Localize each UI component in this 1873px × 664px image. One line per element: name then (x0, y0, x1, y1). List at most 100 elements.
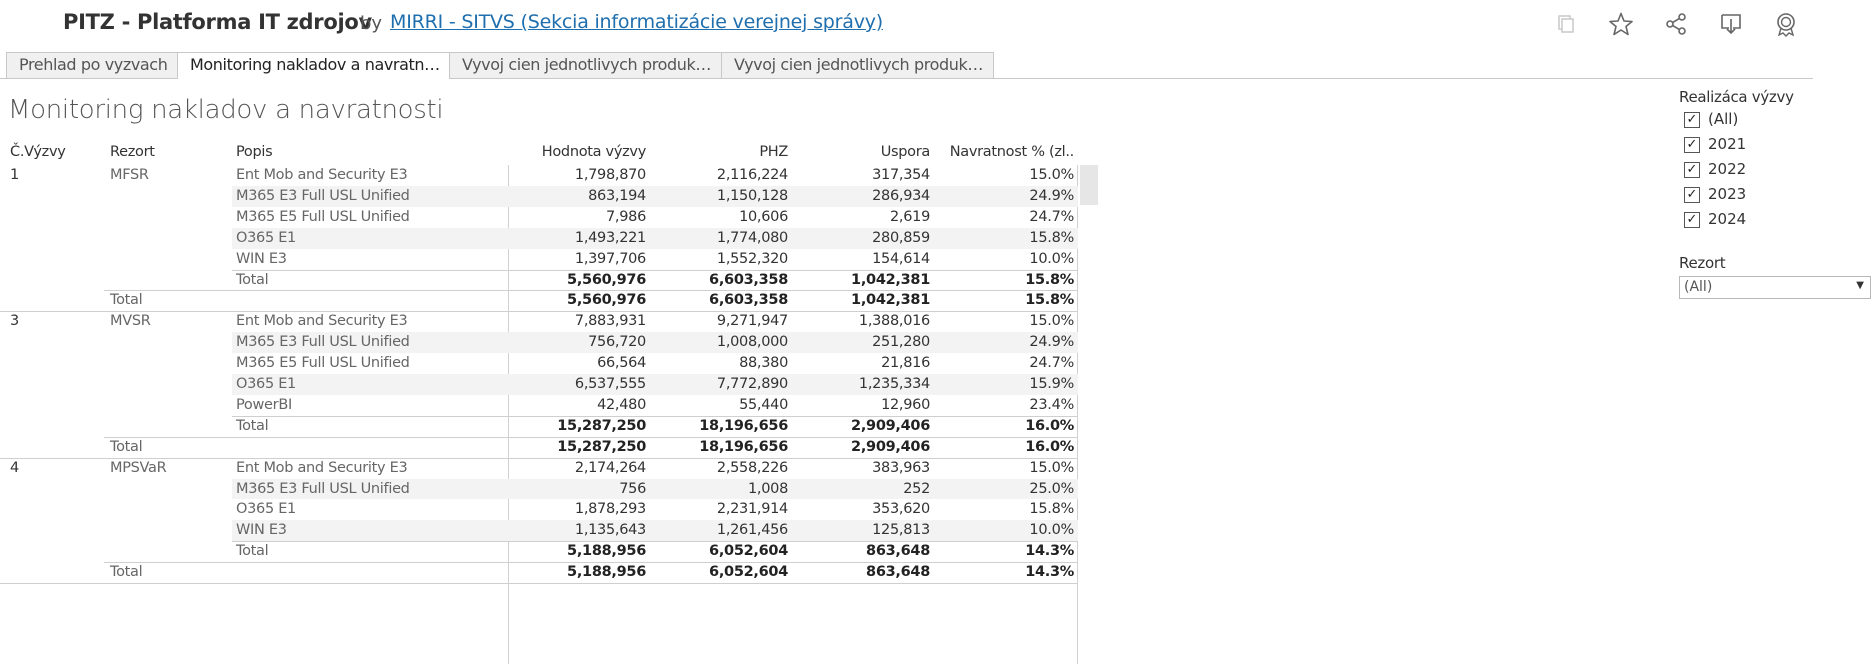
cell-phz: 2,231,914 (716, 501, 788, 518)
table-row[interactable]: M365 E5 Full USL Unified 66,564 88,380 21,8… (0, 353, 1080, 374)
cell-navratnost: 15.8% (1025, 292, 1074, 309)
table-row[interactable]: WIN E3 1,135,643 1,261,456 125,813 10.0% (0, 520, 1080, 542)
copy-icon[interactable] (1552, 11, 1578, 37)
cell-rezort: MFSR (110, 167, 149, 183)
cell-hodnota: 863,194 (588, 187, 646, 204)
badge-icon[interactable] (1773, 11, 1799, 37)
subtotal-row[interactable]: Total 5,188,956 6,052,604 863,648 14.3% (0, 541, 1080, 562)
filter-title-rezort: Rezort (1679, 254, 1726, 272)
rezort-dropdown[interactable]: (All) ▼ (1679, 276, 1871, 299)
cell-phz: 18,196,656 (699, 417, 788, 434)
column-header-navratnost[interactable]: Navratnost % (zl.. (940, 144, 1075, 160)
cell-popis (236, 562, 506, 583)
cell-vyzva: 1 (10, 167, 19, 183)
cell-navratnost: 15.0% (1029, 167, 1074, 183)
cell-uspora: 2,619 (889, 208, 930, 225)
column-header-uspora[interactable]: Uspora (800, 144, 931, 160)
cell-vyzva (10, 290, 100, 311)
column-header-vyzva[interactable]: Č.Výzvy (10, 144, 66, 160)
cell-uspora: 863,648 (866, 543, 930, 560)
table-row[interactable]: 1 MFSR Ent Mob and Security E3 1,798,870 2,1… (0, 165, 1080, 186)
column-header-phz[interactable]: PHZ (660, 144, 788, 160)
tab-monitoring[interactable]: Monitoring nakladov a navratnosti (177, 52, 450, 79)
cell-rezort: Total (110, 438, 143, 455)
checkbox-checked-icon[interactable]: ✓ (1684, 112, 1700, 128)
cell-vyzva (10, 416, 100, 437)
cell-hodnota: 6,537,555 (574, 376, 646, 392)
table-row[interactable]: WIN E3 1,397,706 1,552,320 154,614 10.0% (0, 249, 1080, 270)
cell-popis: Total (236, 543, 269, 560)
checkbox-checked-icon[interactable]: ✓ (1684, 162, 1700, 178)
crosstab-table[interactable]: 1 MFSR Ent Mob and Security E3 1,798,870 2,1… (0, 165, 1080, 664)
cell-uspora: 353,620 (872, 501, 930, 518)
cell-phz: 10,606 (739, 208, 788, 225)
cell-rezort (110, 374, 230, 395)
total-row[interactable]: Total 15,287,250 18,196,656 2,909,406 16.0% (0, 436, 1080, 459)
cell-rezort: MVSR (110, 313, 151, 330)
cell-uspora: 252 (903, 480, 930, 497)
chevron-down-icon: ▼ (1856, 280, 1864, 291)
checkbox-checked-icon[interactable]: ✓ (1684, 212, 1700, 228)
cell-navratnost: 24.7% (1029, 355, 1074, 372)
by-label: by (360, 13, 383, 34)
sheet-tab-bar: Prehlad po vyzvach Monitoring nakladov a… (0, 52, 1813, 79)
cell-navratnost: 16.0% (1025, 438, 1074, 455)
cell-hodnota: 15,287,250 (557, 417, 646, 434)
cell-hodnota: 5,560,976 (567, 292, 646, 309)
cell-phz: 2,116,224 (716, 167, 788, 183)
cell-rezort: Total (110, 564, 143, 581)
cell-hodnota: 756,720 (588, 334, 646, 351)
table-row[interactable]: M365 E3 Full USL Unified 863,194 1,150,128… (0, 185, 1080, 207)
checkbox-checked-icon[interactable]: ✓ (1684, 187, 1700, 203)
table-row[interactable]: O365 E1 1,878,293 2,231,914 353,620 15.8% (0, 499, 1080, 520)
cell-popis: O365 E1 (236, 376, 296, 392)
subtotal-row[interactable]: Total 15,287,250 18,196,656 2,909,406 16.0% (0, 415, 1080, 437)
table-row[interactable]: M365 E3 Full USL Unified 756,720 1,008,000… (0, 332, 1080, 354)
cell-phz: 88,380 (739, 355, 788, 372)
cell-hodnota: 66,564 (597, 355, 646, 372)
table-row[interactable]: O365 E1 6,537,555 7,772,890 1,235,334 15.9% (0, 374, 1080, 395)
tab-vyvoj-cien-2[interactable]: Vyvoj cien jednotlivych produktov (721, 52, 994, 78)
table-row[interactable]: 4 MPSVaR Ent Mob and Security E3 2,174,264 2… (0, 458, 1080, 479)
cell-vyzva: 4 (10, 459, 19, 476)
cell-rezort: MPSVaR (110, 459, 167, 476)
sheet-title: Monitoring nakladov a navratnosti (8, 95, 444, 125)
cell-uspora: 21,816 (881, 355, 930, 372)
total-row[interactable]: Total 5,188,956 6,052,604 863,648 14.3% (0, 562, 1080, 584)
author-link[interactable]: MIRRI - SITVS (Sekcia informatizácie ver… (390, 11, 883, 33)
cell-uspora: 125,813 (872, 522, 930, 539)
cell-popis: WIN E3 (236, 250, 287, 267)
cell-uspora: 2,909,406 (851, 417, 930, 434)
cell-phz: 1,774,080 (716, 229, 788, 246)
table-row[interactable]: PowerBI 42,480 55,440 12,960 23.4% (0, 395, 1080, 416)
cell-navratnost: 15.8% (1029, 501, 1074, 518)
cell-vyzva (10, 207, 100, 228)
cell-vyzva (10, 249, 100, 270)
cell-phz: 7,772,890 (716, 376, 788, 392)
column-header-hodnota[interactable]: Hodnota výzvy (520, 144, 647, 160)
vertical-scrollbar[interactable] (1080, 165, 1098, 205)
star-icon[interactable] (1608, 11, 1634, 37)
cell-popis: M365 E5 Full USL Unified (236, 208, 410, 225)
total-row[interactable]: Total 5,560,976 6,603,358 1,042,381 15.8% (0, 290, 1080, 313)
table-row[interactable]: 3 MVSR Ent Mob and Security E3 7,883,931 9,2… (0, 311, 1080, 332)
table-row[interactable]: M365 E3 Full USL Unified 756 1,008 252 25.0% (0, 478, 1080, 500)
cell-popis: M365 E3 Full USL Unified (236, 187, 410, 204)
cell-popis (236, 437, 506, 458)
table-row[interactable]: O365 E1 1,493,221 1,774,080 280,859 15.8% (0, 227, 1080, 249)
subtotal-row[interactable]: Total 5,560,976 6,603,358 1,042,381 15.8% (0, 269, 1080, 291)
checkbox-checked-icon[interactable]: ✓ (1684, 137, 1700, 153)
tab-prehlad-po-vyzvach[interactable]: Prehlad po vyzvach (6, 52, 178, 78)
share-icon[interactable] (1663, 11, 1689, 37)
download-icon[interactable] (1718, 11, 1744, 37)
cell-navratnost: 24.9% (1029, 187, 1074, 204)
table-row[interactable]: M365 E5 Full USL Unified 7,986 10,606 2,619… (0, 207, 1080, 228)
cell-uspora: 1,042,381 (851, 271, 930, 288)
cell-vyzva: 3 (10, 313, 19, 330)
cell-popis: Total (236, 271, 269, 288)
column-header-popis[interactable]: Popis (236, 144, 273, 160)
column-header-rezort[interactable]: Rezort (110, 144, 155, 160)
cell-navratnost: 23.4% (1029, 396, 1074, 413)
cell-hodnota: 5,560,976 (567, 271, 646, 288)
tab-vyvoj-cien-1[interactable]: Vyvoj cien jednotlivych produktov (449, 52, 722, 78)
